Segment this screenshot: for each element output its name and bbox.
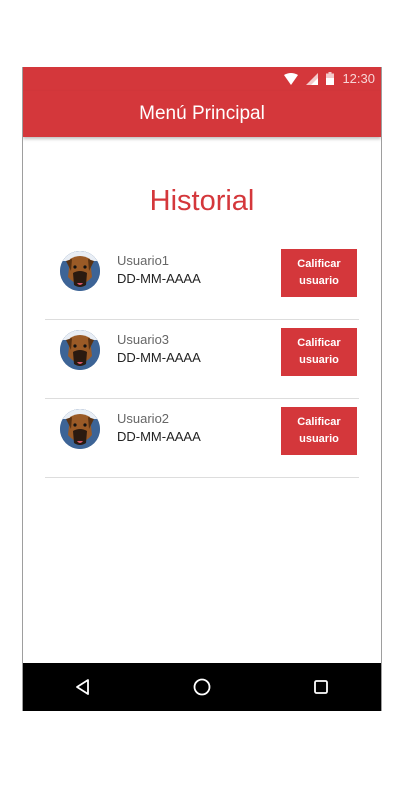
status-bar: 12:30 <box>23 67 381 91</box>
phone-screen: 12:30 Menú Principal Historial Usuario1 … <box>22 67 382 711</box>
user-name: Usuario1 <box>117 253 170 268</box>
back-icon <box>75 679 89 695</box>
recents-button[interactable] <box>301 667 341 707</box>
history-date: DD-MM-AAAA <box>117 429 201 444</box>
recents-icon <box>314 680 329 694</box>
avatar <box>60 409 100 449</box>
app-title: Menú Principal <box>139 103 265 124</box>
avatar <box>60 330 100 370</box>
history-item: Usuario1 DD-MM-AAAA Calificar usuario <box>45 241 359 320</box>
history-item: Usuario3 DD-MM-AAAA Calificar usuario <box>45 320 359 399</box>
status-time: 12:30 <box>342 71 375 86</box>
history-item: Usuario2 DD-MM-AAAA Calificar usuario <box>45 399 359 478</box>
rate-user-button[interactable]: Calificar usuario <box>281 249 357 297</box>
rate-user-button[interactable]: Calificar usuario <box>281 407 357 455</box>
dog-avatar-icon <box>60 251 100 291</box>
user-name: Usuario2 <box>117 411 170 426</box>
rate-user-button[interactable]: Calificar usuario <box>281 328 357 376</box>
back-button[interactable] <box>63 667 103 707</box>
wifi-icon <box>284 72 299 85</box>
dog-avatar-icon <box>60 330 100 370</box>
history-date: DD-MM-AAAA <box>117 350 201 365</box>
history-date: DD-MM-AAAA <box>117 271 201 286</box>
dog-avatar-icon <box>60 409 100 449</box>
section-title: Historial <box>149 185 255 217</box>
home-button[interactable] <box>182 667 222 707</box>
user-name: Usuario3 <box>117 332 170 347</box>
avatar <box>60 251 100 291</box>
history-list: Usuario1 DD-MM-AAAA Calificar usuario Us… <box>45 241 359 478</box>
signal-icon <box>306 72 319 85</box>
battery-icon <box>326 72 335 85</box>
home-icon <box>193 678 211 696</box>
navigation-bar <box>23 663 381 711</box>
app-bar: Menú Principal <box>23 91 381 137</box>
